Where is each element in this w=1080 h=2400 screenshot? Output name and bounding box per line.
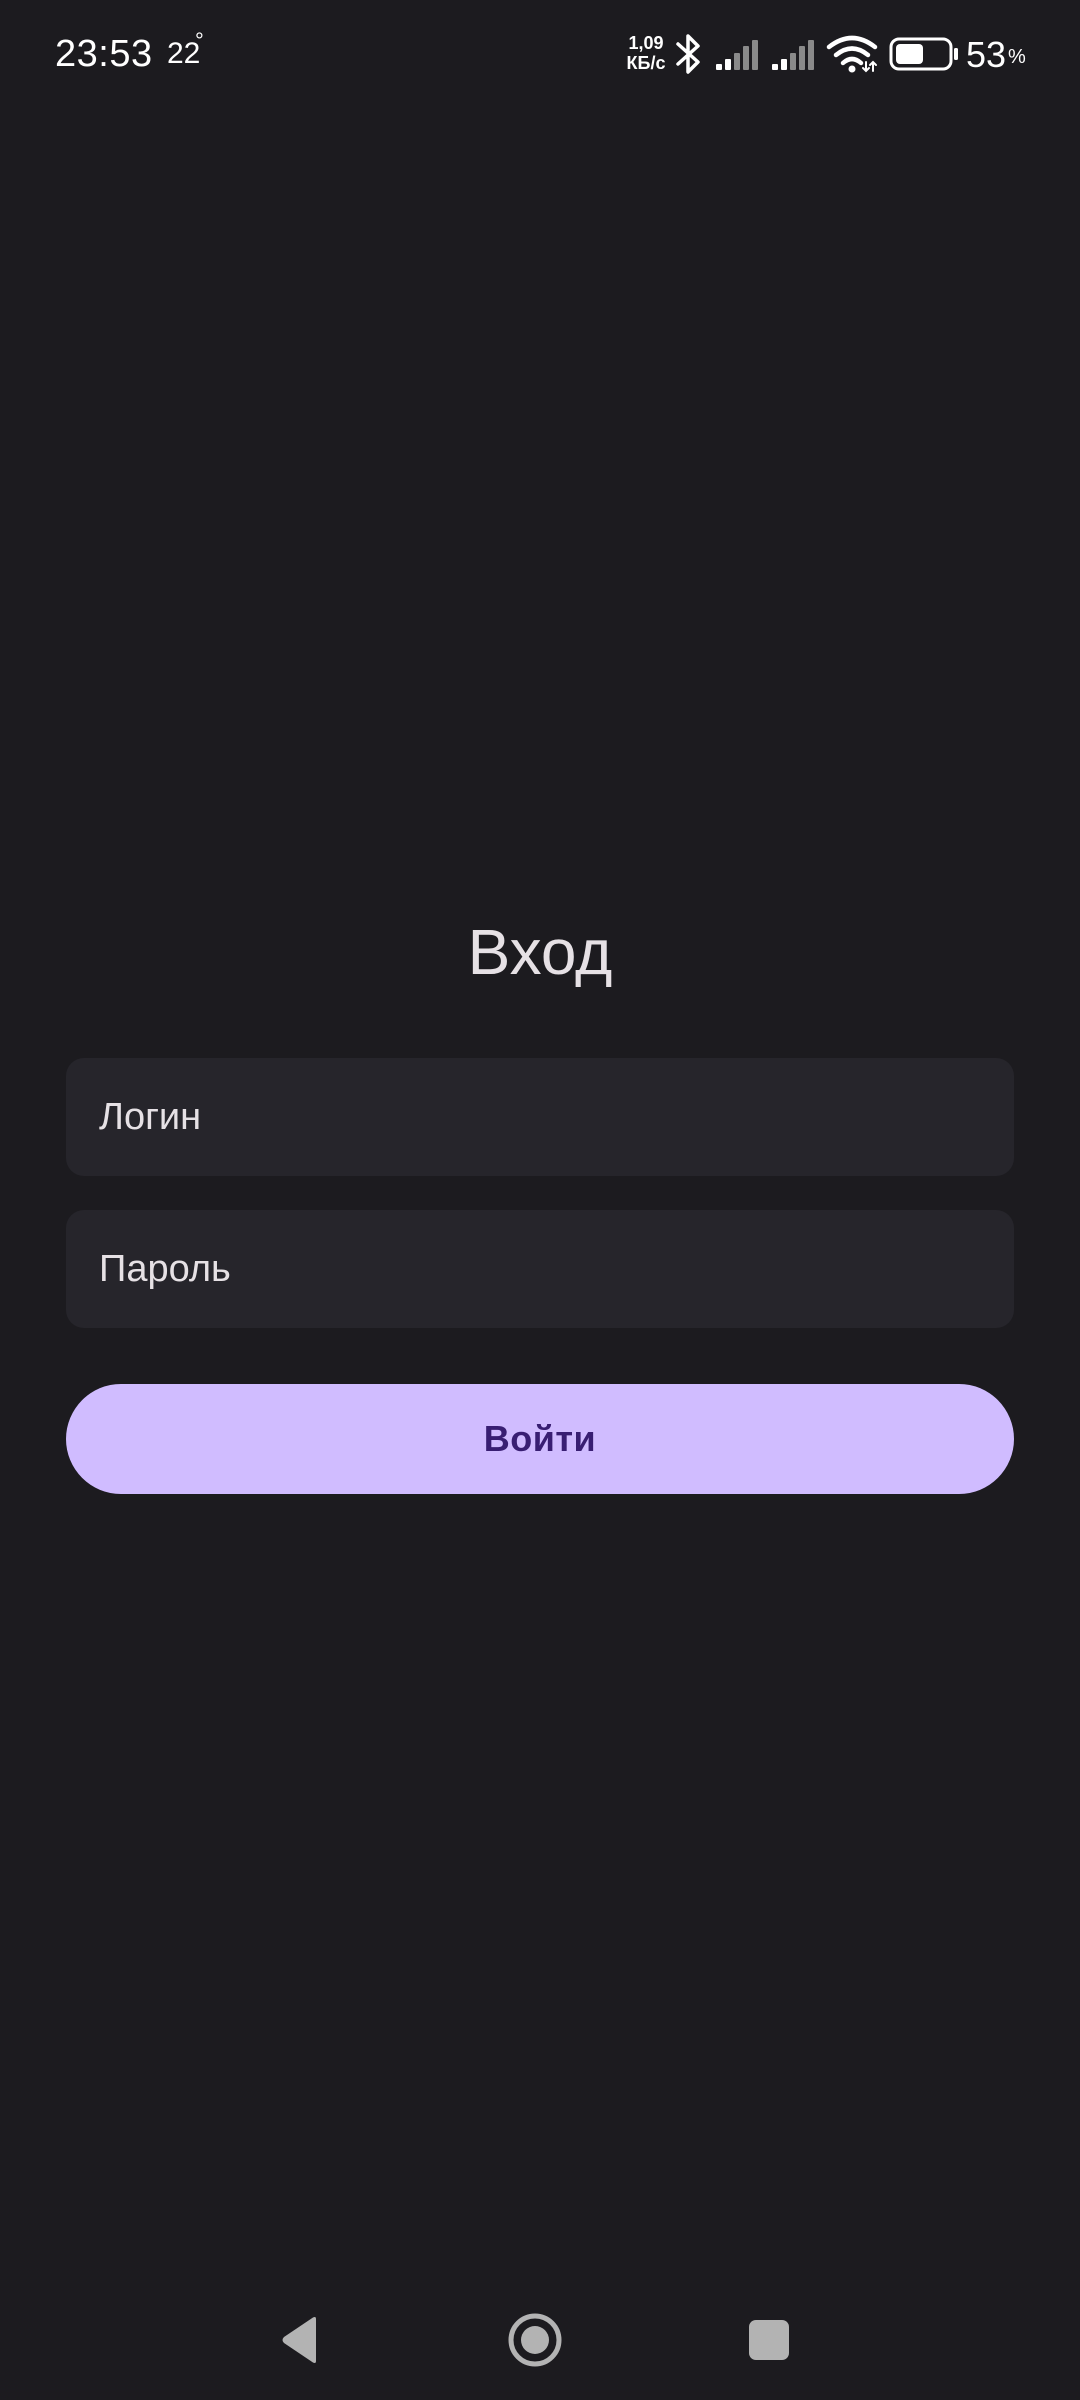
network-speed-unit: КБ/с [626,53,666,73]
recents-icon [749,2320,789,2360]
password-input[interactable] [66,1210,1014,1328]
login-input[interactable] [66,1058,1014,1176]
login-button[interactable]: Войти [66,1384,1014,1494]
login-field[interactable] [66,1058,1014,1176]
back-icon [282,2317,316,2363]
home-button[interactable] [475,2280,595,2400]
wifi-icon [826,35,878,73]
signal-sim2-icon [772,40,814,70]
navigation-bar [0,2280,1080,2400]
password-field[interactable] [66,1210,1014,1328]
status-bar: 23:53 22 ° 1,09 КБ/с 53 % [0,0,1080,110]
recents-button[interactable] [709,2280,829,2400]
back-button[interactable] [240,2280,360,2400]
status-time: 23:53 [55,33,153,75]
home-icon [508,2313,562,2367]
login-title: Вход [467,916,613,988]
battery-icon [889,37,958,71]
login-screen: 23:53 22 ° 1,09 КБ/с 53 % Вход Логин Вой… [0,0,1080,2400]
bluetooth-icon [676,34,700,74]
battery-percent-sign: % [1008,46,1026,68]
network-speed-value: 1,09 [628,33,664,53]
status-temperature-unit: ° [195,28,204,53]
battery-percent: 53 [966,34,1007,75]
network-speed: 1,09 КБ/с [624,33,668,73]
signal-sim1-icon [716,40,758,70]
